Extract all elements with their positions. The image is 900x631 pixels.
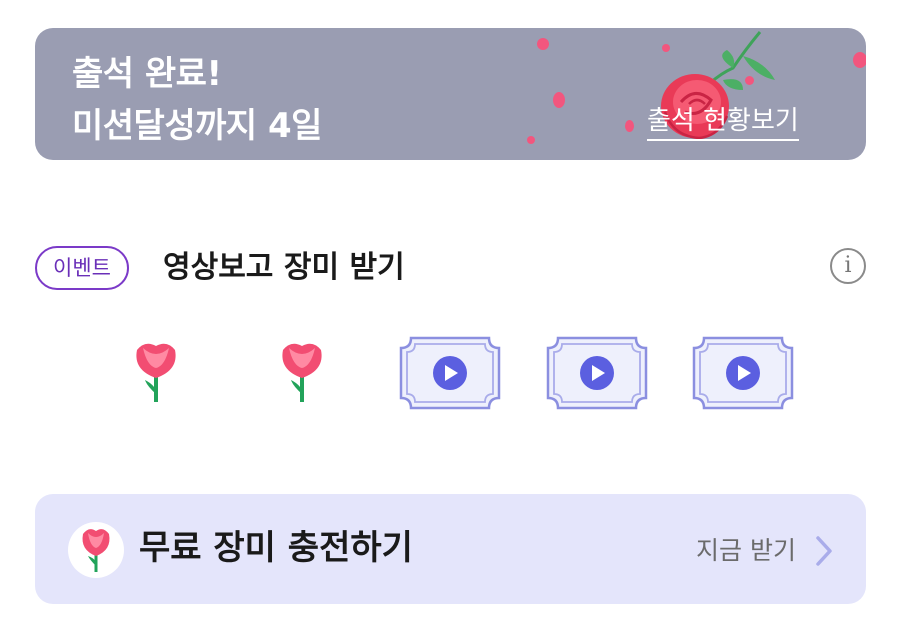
charge-title: 무료 장미 충전하기 <box>139 528 413 568</box>
watch-video-ticket[interactable] <box>399 336 501 410</box>
petal-decoration <box>853 52 866 68</box>
get-now-label[interactable]: 지금 받기 <box>696 534 796 568</box>
event-header: 이벤트 영상보고 장미 받기 i <box>35 246 866 290</box>
event-title: 영상보고 장미 받기 <box>163 250 405 285</box>
petal-decoration <box>527 136 535 144</box>
petal-decoration <box>553 92 565 108</box>
rose-icon <box>136 343 176 402</box>
rose-avatar <box>68 522 124 578</box>
attendance-banner: 출석 완료! 미션달성까지 4일 출석 현황보기 <box>35 28 866 160</box>
attendance-status-link[interactable]: 출석 현황보기 <box>647 100 799 141</box>
ticket-icon <box>546 336 648 410</box>
petal-decoration <box>537 38 549 50</box>
info-icon[interactable]: i <box>830 248 866 284</box>
event-badge: 이벤트 <box>35 246 129 290</box>
watch-video-ticket[interactable] <box>546 336 648 410</box>
ticket-icon <box>692 336 794 410</box>
chevron-right-icon[interactable] <box>814 534 834 568</box>
rose-icon <box>282 343 322 402</box>
free-rose-charge-card[interactable]: 무료 장미 충전하기 지금 받기 <box>35 494 866 604</box>
rose-icon <box>82 529 110 572</box>
mission-remaining-text: 미션달성까지 4일 <box>72 106 322 146</box>
attendance-complete-text: 출석 완료! <box>72 54 222 94</box>
ticket-icon <box>399 336 501 410</box>
reward-slot-collected <box>105 336 207 410</box>
reward-slot-collected <box>251 336 353 410</box>
watch-video-ticket[interactable] <box>692 336 794 410</box>
